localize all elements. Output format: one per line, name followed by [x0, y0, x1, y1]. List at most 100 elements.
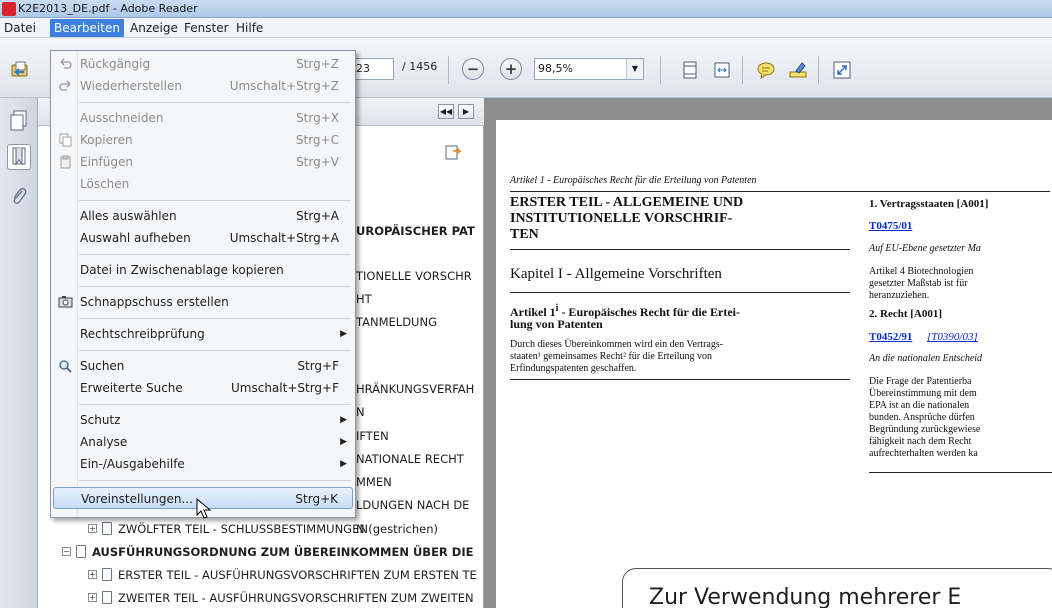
bookmark-icon: [102, 591, 112, 604]
bookmark-fragment[interactable]: TANMELDUNG: [356, 315, 484, 329]
fit-page-icon: [683, 61, 697, 79]
article-body-line: staaten¹ gemeinsames Recht² für die Erte…: [510, 351, 713, 362]
menu-item-analysis[interactable]: Analyse ▶: [53, 431, 353, 453]
mouse-pointer-icon: [196, 498, 212, 519]
zoom-select[interactable]: 98,5% ▼: [534, 58, 644, 80]
page-number-input[interactable]: 23: [352, 58, 394, 80]
menu-separator: [79, 254, 351, 255]
bookmark-item[interactable]: AUSFÜHRUNGSORDNUNG ZUM ÜBEREINKOMMEN ÜBE…: [92, 545, 484, 559]
bookmark-item[interactable]: ERSTER TEIL - AUSFÜHRUNGSVORSCHRIFTEN ZU…: [118, 568, 484, 582]
pdf-page[interactable]: Artikel 1 - Europäisches Recht für die E…: [496, 120, 1052, 608]
fit-page-button[interactable]: [678, 58, 702, 82]
menu-item-deselect-all[interactable]: Auswahl aufheben Umschalt+Strg+A: [53, 227, 353, 249]
expand-icon: [833, 61, 851, 79]
redo-icon: [59, 80, 71, 91]
right-text: EPA ist an die nationalen: [869, 400, 970, 411]
bookmark-fragment[interactable]: MMEN: [356, 475, 484, 489]
toolbar-separator: [818, 56, 819, 84]
menu-item-protection[interactable]: Schutz ▶: [53, 409, 353, 431]
bookmark-item[interactable]: ZWÖLFTER TEIL - SCHLUSSBESTIMMUNGEN: [118, 522, 484, 536]
bookmark-fragment[interactable]: HRÄNKUNGSVERFAH: [356, 382, 484, 396]
menu-item-search[interactable]: Suchen Strg+F: [53, 355, 353, 377]
zoom-value: 98,5%: [538, 62, 573, 75]
pages-icon: [10, 110, 27, 131]
menu-datei[interactable]: Datei: [0, 19, 40, 37]
pages-panel-button[interactable]: [7, 108, 31, 134]
expand-toggle[interactable]: +: [88, 593, 97, 602]
menu-fenster[interactable]: Fenster: [180, 19, 233, 37]
menu-item-copy[interactable]: Kopieren Strg+C: [53, 129, 353, 151]
menu-separator: [79, 480, 351, 481]
bookmark-fragment[interactable]: N: [356, 405, 484, 419]
bookmarks-panel-button[interactable]: [7, 144, 31, 170]
bookmark-fragment[interactable]: IFTEN: [356, 429, 484, 443]
zoom-out-button[interactable]: −: [462, 58, 484, 80]
menu-item-snapshot[interactable]: Schnappschuss erstellen: [53, 291, 353, 313]
menu-item-delete[interactable]: Löschen: [53, 173, 353, 195]
attachments-panel-button[interactable]: [7, 184, 31, 210]
bookmark-fragment[interactable]: UROPÄISCHER PAT: [356, 224, 484, 238]
window-title: K2E2013_DE.pdf - Adobe Reader: [18, 2, 198, 15]
overlay-note: Zur Verwendung mehrerer E: [622, 568, 1052, 608]
search-icon: [59, 360, 72, 373]
bookmark-fragment[interactable]: TIONELLE VORSCHR: [356, 269, 484, 283]
right-italic: An die nationalen Entscheid: [869, 353, 983, 364]
menu-item-cut[interactable]: Ausschneiden Strg+X: [53, 107, 353, 129]
copy-icon: [59, 133, 72, 147]
menu-anzeige[interactable]: Anzeige: [126, 19, 182, 37]
menu-item-spellcheck[interactable]: Rechtschreibprüfung ▶: [53, 323, 353, 345]
expand-toggle[interactable]: +: [88, 570, 97, 579]
play-button[interactable]: ▶: [458, 104, 474, 119]
menu-item-undo[interactable]: Rückgängig Strg+Z: [53, 53, 353, 75]
comment-button[interactable]: [754, 58, 778, 82]
bookmark-icon: [102, 568, 112, 581]
expand-toggle[interactable]: +: [88, 524, 97, 533]
toolbar-separator: [448, 56, 449, 84]
fullscreen-button[interactable]: [830, 58, 854, 82]
bookmark-options-icon[interactable]: [443, 143, 463, 163]
right-text: aufrechterhalten werden ka: [869, 448, 978, 459]
bookmark-fragment[interactable]: HT: [356, 292, 484, 306]
collapse-panel-button[interactable]: ◀◀: [438, 104, 454, 119]
article-body-line: Durch dieses Übereinkommen wird ein den …: [510, 339, 724, 350]
right-text: Übereinstimmung mit dem: [869, 388, 977, 399]
zoom-in-button[interactable]: +: [500, 58, 522, 80]
submenu-arrow-icon: ▶: [340, 329, 347, 339]
right-heading: 2. Recht [A001]: [869, 308, 943, 320]
article-title-line: lung von Patenten: [510, 317, 603, 331]
collapse-toggle[interactable]: −: [62, 547, 71, 556]
chevron-down-icon[interactable]: ▼: [626, 59, 643, 79]
fit-width-button[interactable]: [710, 58, 734, 82]
camera-icon: [58, 296, 73, 308]
edit-menu: Rückgängig Strg+Z Wiederherstellen Umsch…: [50, 50, 356, 518]
document-view[interactable]: Artikel 1 - Europäisches Recht für die E…: [485, 98, 1052, 608]
open-file-button[interactable]: [8, 58, 32, 82]
menu-item-copy-file-to-clipboard[interactable]: Datei in Zwischenablage kopieren: [53, 259, 353, 281]
bookmark-fragment[interactable]: LDUNGEN NACH DE: [356, 498, 484, 512]
menu-separator: [79, 404, 351, 405]
menu-item-redo[interactable]: Wiederherstellen Umschalt+Strg+Z: [53, 75, 353, 97]
paperclip-icon: [13, 188, 27, 204]
menu-separator: [79, 286, 351, 287]
menu-item-accessibility[interactable]: Ein-/Ausgabehilfe ▶: [53, 453, 353, 475]
header-rule: [510, 191, 1050, 192]
bookmark-item[interactable]: ZWEITER TEIL - AUSFÜHRUNGSVORSCHRIFTEN Z…: [118, 591, 484, 605]
right-text: bunden. Ansprüche dürfen: [869, 412, 975, 423]
menu-hilfe[interactable]: Hilfe: [232, 19, 267, 37]
adobe-reader-icon: [2, 2, 16, 16]
case-link[interactable]: T0452/91: [869, 331, 912, 343]
bookmark-icon: [76, 545, 86, 558]
part-heading-line: TEN: [510, 227, 539, 242]
section-rule: [510, 292, 850, 293]
highlight-button[interactable]: [786, 58, 810, 82]
right-italic: Auf EU-Ebene gesetzter Ma: [869, 243, 981, 254]
menu-bearbeiten[interactable]: Bearbeiten: [50, 19, 124, 37]
menu-item-advanced-search[interactable]: Erweiterte Suche Umschalt+Strg+F: [53, 377, 353, 399]
bookmark-fragment[interactable]: NATIONALE RECHT: [356, 452, 484, 466]
menu-item-paste[interactable]: Einfügen Strg+V: [53, 151, 353, 173]
part-heading-line: INSTITUTIONELLE VORSCHRIF-: [510, 211, 733, 226]
case-link[interactable]: [T0390/03]: [927, 331, 978, 343]
menu-item-select-all[interactable]: Alles auswählen Strg+A: [53, 205, 353, 227]
bookmark-icon: [102, 522, 112, 535]
case-link[interactable]: T0475/01: [869, 220, 912, 232]
